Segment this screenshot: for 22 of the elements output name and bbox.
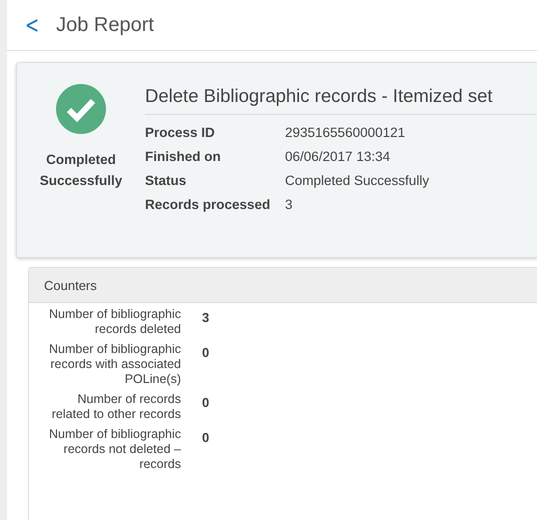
field-value: Completed Successfully [285, 172, 430, 190]
field-label: Process ID [145, 124, 216, 142]
counter-label: Number of bibliographic records not deleted – records [48, 427, 181, 472]
back-button[interactable]: < [25, 13, 40, 37]
counter-label: Number of records related to other records [50, 392, 181, 422]
check-icon [56, 84, 106, 134]
page-title: Job Report [56, 14, 154, 36]
status-label: Completed Successfully [38, 151, 124, 190]
field-label: Finished on [145, 148, 222, 166]
field-label: Records processed [145, 196, 272, 214]
counters-header: Counters [29, 268, 537, 303]
counter-label: Number of bibliographic records deleted [48, 307, 181, 337]
counter-value: 0 [202, 395, 210, 410]
job-title: Delete Bibliographic records - Itemized set [145, 85, 537, 115]
field-value: 2935165560000121 [285, 124, 406, 142]
counter-label: Number of bibliographic records with associated POLine(s) [48, 342, 181, 387]
counter-value: 3 [202, 310, 210, 325]
field-label: Status [145, 172, 188, 190]
counter-value: 0 [202, 345, 210, 360]
field-value: 06/06/2017 13:34 [285, 148, 392, 166]
counter-value: 0 [202, 430, 210, 445]
field-value: 3 [285, 196, 294, 214]
